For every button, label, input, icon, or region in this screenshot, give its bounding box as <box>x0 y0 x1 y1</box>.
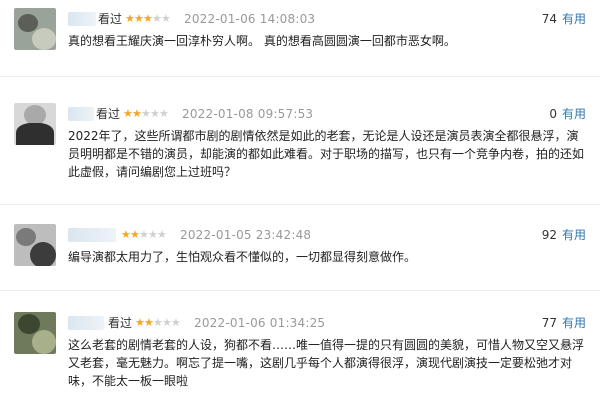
star-filled-icon: ★ <box>143 12 153 25</box>
star-empty-icon: ★ <box>139 228 149 241</box>
star-empty-icon: ★ <box>148 228 158 241</box>
username[interactable] <box>68 228 116 242</box>
avatar[interactable] <box>14 103 56 145</box>
divider <box>0 290 600 291</box>
rating-stars: ★ ★ ★ ★ ★ <box>121 227 167 243</box>
username[interactable] <box>68 316 104 330</box>
useful-button[interactable]: 有用 <box>562 316 586 330</box>
review-time: 2022-01-06 01:34:25 <box>194 316 326 330</box>
divider <box>0 76 600 77</box>
watched-label: 看过 <box>108 316 133 330</box>
star-empty-icon: ★ <box>161 12 171 25</box>
star-empty-icon: ★ <box>162 316 172 329</box>
watched-label: 看过 <box>98 12 123 26</box>
useful-button[interactable]: 有用 <box>562 12 586 26</box>
star-empty-icon: ★ <box>141 107 151 120</box>
divider <box>0 204 600 205</box>
rating-stars: ★ ★ ★ ★ ★ <box>125 11 171 27</box>
vote-count: 0 <box>549 107 557 121</box>
username[interactable] <box>68 107 94 121</box>
useful-button[interactable]: 有用 <box>562 228 586 242</box>
review-text: 2022年了，这些所谓都市剧的剧情依然是如此的老套，无论是人设还是演员表演全都很… <box>68 129 585 179</box>
rating-stars: ★ ★ ★ ★ ★ <box>123 106 169 122</box>
review-time: 2022-01-06 14:08:03 <box>184 12 316 26</box>
vote-count: 74 <box>541 12 557 26</box>
star-filled-icon: ★ <box>121 228 131 241</box>
star-filled-icon: ★ <box>134 12 144 25</box>
star-empty-icon: ★ <box>171 316 181 329</box>
watched-label: 看过 <box>96 107 121 121</box>
avatar[interactable] <box>14 224 56 266</box>
star-filled-icon: ★ <box>132 107 142 120</box>
review-text: 编导演都太用力了，生怕观众看不懂似的，一切都显得刻意做作。 <box>68 250 417 264</box>
rating-stars: ★ ★ ★ ★ ★ <box>135 315 181 331</box>
star-empty-icon: ★ <box>153 316 163 329</box>
star-empty-icon: ★ <box>152 12 162 25</box>
review-list: 看过 ★ ★ ★ ★ ★ 2022-01-06 14:08:03 74 有用 真的想看王耀… <box>0 0 600 403</box>
star-filled-icon: ★ <box>125 12 135 25</box>
star-empty-icon: ★ <box>159 107 169 120</box>
username[interactable] <box>68 12 96 26</box>
star-filled-icon: ★ <box>144 316 154 329</box>
avatar[interactable] <box>14 8 56 50</box>
vote-count: 92 <box>541 228 557 242</box>
useful-button[interactable]: 有用 <box>562 107 586 121</box>
star-filled-icon: ★ <box>123 107 133 120</box>
star-empty-icon: ★ <box>157 228 167 241</box>
review-time: 2022-01-08 09:57:53 <box>182 107 314 121</box>
review-time: 2022-01-05 23:42:48 <box>180 228 312 242</box>
avatar[interactable] <box>14 312 56 354</box>
star-filled-icon: ★ <box>130 228 140 241</box>
review-text: 真的想看王耀庆演一回淳朴穷人啊。 真的想看高圆圆演一回都市恶女啊。 <box>68 34 456 48</box>
review-text: 这么老套的剧情老套的人设，狗都不看……唯一值得一提的只有圆圆的美貌，可惜人物又空… <box>68 338 585 388</box>
star-empty-icon: ★ <box>150 107 160 120</box>
star-filled-icon: ★ <box>135 316 145 329</box>
vote-count: 77 <box>541 316 557 330</box>
